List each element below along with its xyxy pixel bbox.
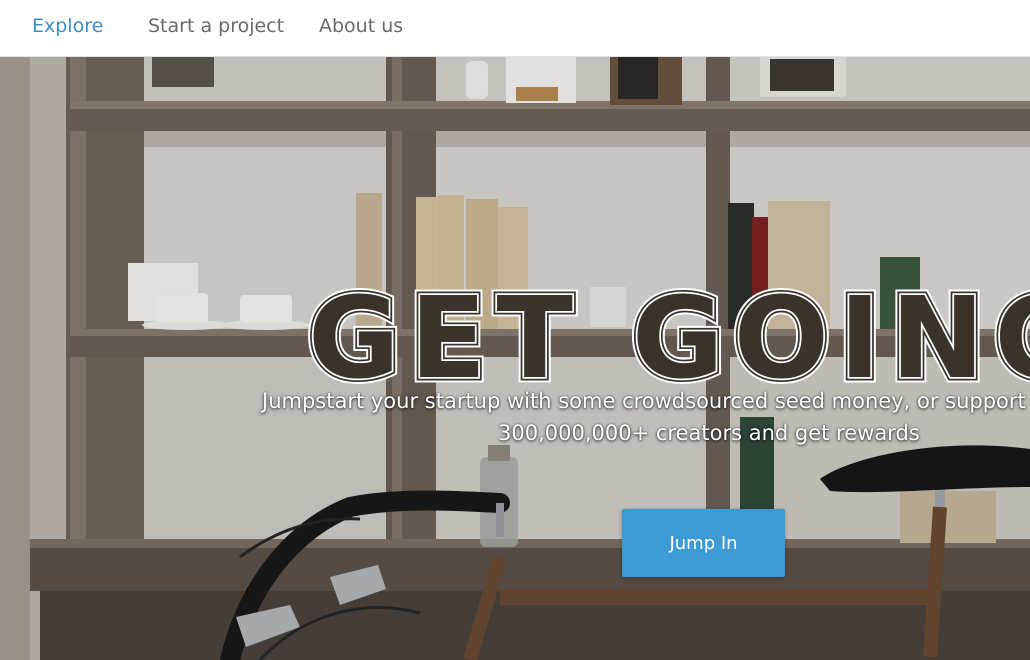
nav-about-us-link[interactable]: About us xyxy=(319,15,403,37)
hero-tagline-line-2: 300,000,000+ creators and get rewards xyxy=(498,421,920,445)
hero-tagline-line-1: Jumpstart your startup with some crowdso… xyxy=(262,389,1026,413)
top-navigation: Explore Start a project About us xyxy=(0,0,1030,57)
nav-start-project-link[interactable]: Start a project xyxy=(148,15,284,37)
jump-in-button[interactable]: Jump In xyxy=(622,509,785,577)
hero-section: GET GOING GET GOING GET GOING GET GOING … xyxy=(0,57,1030,660)
nav-explore-link[interactable]: Explore xyxy=(32,15,103,37)
hero-tagline: Jumpstart your startup with some crowdso… xyxy=(262,385,1030,449)
